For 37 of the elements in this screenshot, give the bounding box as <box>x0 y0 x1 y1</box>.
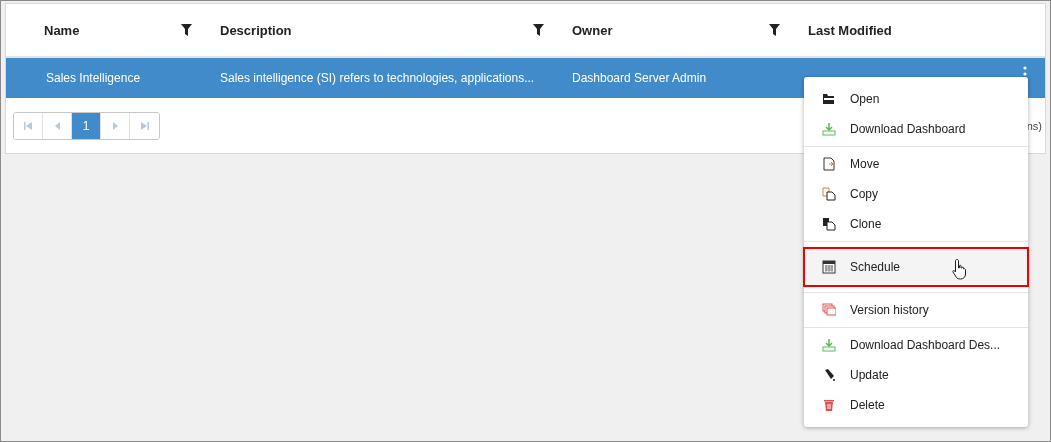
folder-icon <box>822 92 836 106</box>
download-icon <box>822 122 836 136</box>
menu-item[interactable]: Clone <box>804 209 1028 239</box>
previous-page-icon <box>54 121 60 130</box>
download-icon <box>822 338 836 352</box>
pen-icon <box>822 368 836 382</box>
filter-icon[interactable] <box>769 24 780 36</box>
last-page-icon <box>140 121 149 130</box>
filter-icon[interactable] <box>181 24 192 36</box>
column-header[interactable]: Last Modified <box>808 22 892 38</box>
menu-item[interactable]: Open <box>804 84 1028 114</box>
column-header[interactable]: Name <box>44 22 80 38</box>
calendar-icon <box>822 260 836 274</box>
stacked-windows-icon <box>822 303 836 317</box>
table-cell-text: Dashboard Server Admin <box>571 71 708 85</box>
menu-item[interactable]: Delete <box>804 390 1028 420</box>
filter-icon[interactable] <box>533 24 544 36</box>
copy-icon <box>822 187 836 201</box>
hand-cursor-icon <box>952 258 968 280</box>
menu-item[interactable]: Update <box>804 360 1028 390</box>
menu-item[interactable]: Version history <box>804 295 1028 325</box>
table-cell-text: Sales intelligence (SI) refers to technologies, applications... <box>219 71 536 85</box>
menu-item[interactable]: Download Dashboard <box>804 114 1028 144</box>
document-arrow-icon <box>822 157 836 171</box>
pager-info: ns) <box>1026 119 1042 132</box>
column-header[interactable]: Description <box>220 22 292 38</box>
first-page-icon <box>24 121 32 130</box>
clone-icon <box>822 217 836 231</box>
table-cell-text: Sales Intelligence <box>45 71 142 85</box>
next-page-icon <box>112 121 118 130</box>
page-button[interactable]: 1 <box>72 112 101 139</box>
menu-item[interactable]: Copy <box>804 179 1028 209</box>
menu-item[interactable]: Download Dashboard Des... <box>804 330 1028 360</box>
column-header[interactable]: Owner <box>572 22 613 38</box>
menu-item[interactable]: Schedule <box>804 248 1028 286</box>
trash-icon <box>822 398 836 412</box>
menu-item[interactable]: Move <box>804 149 1028 179</box>
